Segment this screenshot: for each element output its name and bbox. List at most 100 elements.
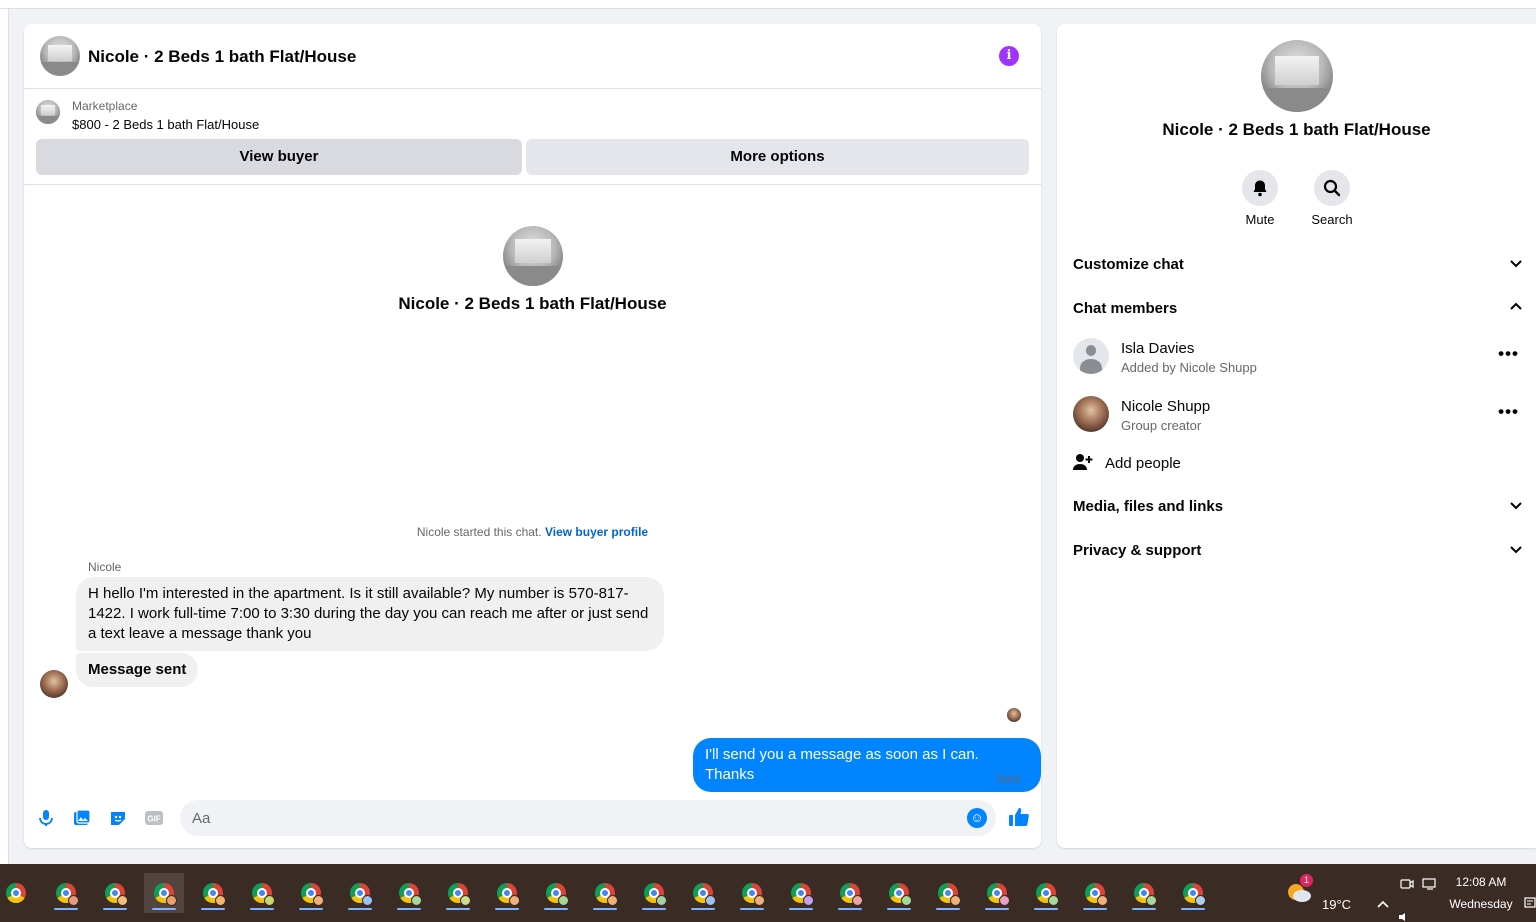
taskbar-chrome-app[interactable] (634, 873, 674, 913)
mute-action[interactable]: Mute (1230, 170, 1290, 227)
taskbar-chrome-app[interactable] (144, 873, 184, 913)
profile-badge-icon (509, 895, 520, 906)
taskbar-chrome-app[interactable] (193, 873, 233, 913)
chat-panel: Nicole · 2 Beds 1 bath Flat/House i Mark… (24, 24, 1041, 848)
member-row[interactable]: Nicole Shupp Group creator ••• (1073, 396, 1523, 436)
details-avatar[interactable] (1261, 40, 1333, 112)
gif-icon[interactable]: GIF (144, 808, 164, 828)
taskbar-chrome-app[interactable] (977, 873, 1017, 913)
search-action[interactable]: Search (1302, 170, 1362, 227)
member-row[interactable]: Isla Davies Added by Nicole Shupp ••• (1073, 338, 1523, 378)
profile-badge-icon (656, 895, 667, 906)
add-people-button[interactable]: Add people (1073, 453, 1373, 477)
conversation-avatar (503, 226, 563, 286)
taskbar-chrome-app[interactable] (389, 873, 429, 913)
taskbar-chrome-app[interactable] (95, 873, 135, 913)
running-indicator (936, 908, 960, 910)
sender-avatar[interactable] (40, 670, 68, 698)
info-icon[interactable]: i (999, 46, 1019, 66)
running-indicator (691, 908, 715, 910)
privacy-support-section[interactable]: Privacy & support (1073, 542, 1523, 566)
message-bubble-outgoing[interactable]: I'll send you a message as soon as I can… (693, 738, 1041, 792)
search-label: Search (1311, 212, 1353, 227)
listing-source: Marketplace (72, 99, 138, 113)
running-indicator (544, 908, 568, 910)
taskbar-chrome-app[interactable] (536, 873, 576, 913)
message-input-box[interactable]: ☺ (180, 800, 996, 836)
like-icon[interactable] (1007, 806, 1031, 830)
customize-chat-label: Customize chat (1073, 256, 1184, 273)
message-input[interactable] (192, 800, 952, 836)
taskbar-chrome-app[interactable] (781, 873, 821, 913)
profile-badge-icon (1146, 895, 1157, 906)
customize-chat-section[interactable]: Customize chat (1073, 256, 1523, 280)
sticker-icon[interactable] (108, 808, 128, 828)
running-indicator (985, 908, 1009, 910)
taskbar-chrome-app[interactable] (340, 873, 380, 913)
taskbar-chrome-app[interactable] (1173, 873, 1213, 913)
photo-icon[interactable] (72, 808, 92, 828)
running-indicator (397, 908, 421, 910)
more-icon[interactable]: ••• (1498, 344, 1519, 364)
profile-badge-icon (68, 895, 79, 906)
left-nav-edge (0, 9, 9, 864)
taskbar-chrome-app[interactable] (879, 873, 919, 913)
more-icon[interactable]: ••• (1498, 402, 1519, 422)
taskbar-chrome-app[interactable] (438, 873, 478, 913)
message-bubble-incoming[interactable]: Message sent (76, 653, 199, 687)
taskbar-chrome-app[interactable] (487, 873, 527, 913)
listing-thumbnail[interactable] (36, 100, 60, 124)
search-icon[interactable] (1314, 170, 1350, 206)
more-options-button[interactable]: More options (526, 139, 1029, 175)
view-buyer-button[interactable]: View buyer (36, 139, 522, 175)
add-person-icon (1073, 453, 1093, 476)
profile-badge-icon (803, 895, 814, 906)
taskbar-chrome-app[interactable] (1026, 873, 1066, 913)
taskbar-chrome-app[interactable] (732, 873, 772, 913)
profile-badge-icon (607, 895, 618, 906)
chat-title[interactable]: Nicole · 2 Beds 1 bath Flat/House (88, 47, 356, 67)
clock-day: Wednesday (1449, 897, 1513, 911)
running-indicator (103, 908, 127, 910)
view-buyer-profile-link[interactable]: View buyer profile (545, 525, 648, 539)
clock[interactable]: 12:08 AM Wednesday (1446, 864, 1516, 922)
taskbar-chrome-app[interactable] (46, 873, 86, 913)
taskbar-chrome-app[interactable] (585, 873, 625, 913)
chat-details-panel: Nicole · 2 Beds 1 bath Flat/House Mute S… (1057, 24, 1536, 848)
profile-badge-icon (313, 895, 324, 906)
add-people-label: Add people (1105, 455, 1181, 472)
bell-icon[interactable] (1242, 170, 1278, 206)
running-indicator (201, 908, 225, 910)
profile-badge-icon (558, 895, 569, 906)
taskbar-chrome-app[interactable] (0, 873, 40, 913)
profile-badge-icon (754, 895, 765, 906)
taskbar-chrome-app[interactable] (1075, 873, 1115, 913)
chevron-down-icon (1509, 498, 1523, 515)
running-indicator (446, 908, 470, 910)
chevron-up-icon (1509, 300, 1523, 317)
taskbar-chrome-app[interactable] (1124, 873, 1164, 913)
taskbar-chrome-app[interactable] (242, 873, 282, 913)
taskbar-chrome-app[interactable] (830, 873, 870, 913)
message-bubble-incoming[interactable]: H hello I'm interested in the apartment.… (76, 577, 664, 651)
taskbar-chrome-app[interactable] (291, 873, 331, 913)
running-indicator (348, 908, 372, 910)
chat-avatar[interactable] (40, 36, 80, 76)
taskbar-chrome-app[interactable] (683, 873, 723, 913)
profile-badge-icon (950, 895, 961, 906)
running-indicator (838, 908, 862, 910)
running-indicator (789, 908, 813, 910)
mute-label: Mute (1245, 212, 1275, 227)
profile-badge-icon (705, 895, 716, 906)
browser-top-edge (0, 0, 1536, 9)
read-receipt-avatar (1007, 708, 1021, 722)
taskbar-chrome-app[interactable] (928, 873, 968, 913)
chat-members-section[interactable]: Chat members (1073, 300, 1523, 324)
member-name: Nicole Shupp (1121, 398, 1211, 415)
emoji-icon[interactable]: ☺ (967, 808, 987, 828)
microphone-icon[interactable] (36, 808, 56, 828)
media-files-section[interactable]: Media, files and links (1073, 498, 1523, 522)
listing-title[interactable]: $800 - 2 Beds 1 bath Flat/House (72, 117, 259, 132)
profile-badge-icon (460, 895, 471, 906)
profile-badge-icon (1048, 895, 1059, 906)
